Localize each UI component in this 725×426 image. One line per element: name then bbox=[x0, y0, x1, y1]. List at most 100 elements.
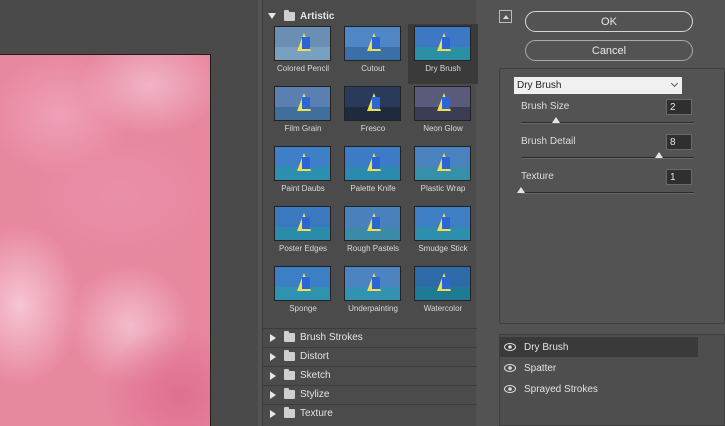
category-label: Distort bbox=[300, 351, 329, 362]
thumbnail-image bbox=[414, 86, 471, 121]
folder-icon bbox=[284, 331, 295, 342]
filter-select-value: Dry Brush bbox=[517, 80, 562, 91]
thumbnail-label: Fresco bbox=[360, 124, 386, 133]
category-texture[interactable]: Texture bbox=[263, 404, 477, 422]
effect-layer-name: Spatter bbox=[524, 362, 557, 374]
thumbnail-image bbox=[414, 206, 471, 241]
param-input[interactable]: 1 bbox=[666, 169, 692, 185]
chevron-right-icon bbox=[270, 371, 276, 380]
thumbnail-image bbox=[344, 26, 401, 61]
folder-icon bbox=[284, 369, 295, 380]
chevron-right-icon bbox=[270, 352, 276, 361]
filter-thumbnail[interactable]: Fresco bbox=[338, 84, 408, 144]
param-slider[interactable] bbox=[521, 152, 694, 159]
effect-layer-row[interactable]: Dry Brush bbox=[500, 337, 698, 357]
thumbnail-image bbox=[414, 26, 471, 61]
effect-layer-name: Dry Brush bbox=[524, 341, 569, 353]
thumbnail-image bbox=[344, 86, 401, 121]
right-panel: OK Cancel Dry Brush Brush Size 2 Brush Det… bbox=[480, 0, 725, 426]
filter-thumbnail[interactable]: Underpainting bbox=[338, 264, 408, 324]
param-slider[interactable] bbox=[517, 187, 694, 194]
filter-thumbnail[interactable]: Film Grain bbox=[268, 84, 338, 144]
chevron-right-icon bbox=[270, 333, 276, 342]
thumbnail-image bbox=[344, 206, 401, 241]
category-label: Sketch bbox=[300, 370, 331, 381]
filter-thumbnail[interactable]: Colored Pencil bbox=[268, 24, 338, 84]
folder-icon bbox=[284, 350, 295, 361]
eye-icon[interactable] bbox=[500, 364, 520, 372]
thumbnail-image bbox=[274, 26, 331, 61]
filter-thumbnail[interactable]: Palette Knife bbox=[338, 144, 408, 204]
slider-thumb[interactable] bbox=[517, 187, 525, 193]
filter-settings: Dry Brush Brush Size 2 Brush Detail 8 Textur… bbox=[499, 68, 725, 324]
thumbnail-grid: Colored Pencil Cutout Dry Brush Film Grain F… bbox=[268, 24, 478, 320]
thumbnail-label: Rough Pastels bbox=[346, 244, 400, 253]
chevron-right-icon bbox=[270, 390, 276, 399]
filter-thumbnail[interactable]: Cutout bbox=[338, 24, 408, 84]
thumbnail-image bbox=[274, 266, 331, 301]
filter-thumbnail[interactable]: Paint Daubs bbox=[268, 144, 338, 204]
thumbnail-label: Neon Glow bbox=[423, 124, 463, 133]
chevron-down-icon bbox=[268, 13, 276, 19]
thumbnail-image bbox=[344, 266, 401, 301]
thumbnail-label: Film Grain bbox=[284, 124, 322, 133]
thumbnail-image bbox=[414, 266, 471, 301]
chevron-down-icon bbox=[670, 79, 679, 88]
category-stylize[interactable]: Stylize bbox=[263, 385, 477, 403]
thumbnail-image bbox=[274, 146, 331, 181]
thumbnail-image bbox=[274, 206, 331, 241]
filter-thumbnail[interactable]: Plastic Wrap bbox=[408, 144, 478, 204]
filter-thumbnail[interactable]: Watercolor bbox=[408, 264, 478, 324]
thumbnail-label: Sponge bbox=[289, 304, 317, 313]
folder-icon bbox=[284, 9, 295, 21]
chevron-up-icon bbox=[502, 14, 509, 19]
thumbnail-image bbox=[414, 146, 471, 181]
filter-thumbnail[interactable]: Neon Glow bbox=[408, 84, 478, 144]
param-slider[interactable] bbox=[521, 117, 694, 124]
cancel-button[interactable]: Cancel bbox=[525, 40, 693, 61]
effect-layer-name: Sprayed Strokes bbox=[524, 383, 598, 395]
filter-select[interactable]: Dry Brush bbox=[514, 77, 682, 94]
category-label: Brush Strokes bbox=[300, 332, 363, 343]
thumbnail-label: Smudge Stick bbox=[418, 244, 468, 253]
slider-thumb[interactable] bbox=[655, 152, 664, 158]
thumbnail-label: Palette Knife bbox=[350, 184, 396, 193]
param-input[interactable]: 8 bbox=[666, 134, 692, 150]
thumbnail-label: Dry Brush bbox=[425, 64, 461, 73]
thumbnail-label: Watercolor bbox=[423, 304, 463, 313]
thumbnail-label: Cutout bbox=[361, 64, 385, 73]
filter-thumbnail[interactable]: Smudge Stick bbox=[408, 204, 478, 264]
thumbnail-label: Paint Daubs bbox=[281, 184, 325, 193]
category-artistic[interactable]: Artistic bbox=[263, 7, 477, 25]
filter-thumbnail[interactable]: Sponge bbox=[268, 264, 338, 324]
effect-layer-row[interactable]: Sprayed Strokes bbox=[500, 379, 698, 399]
param-label: Texture bbox=[521, 171, 554, 182]
effect-layers-list: Dry Brush Spatter Sprayed Strokes bbox=[499, 334, 725, 426]
chevron-right-icon bbox=[270, 409, 276, 418]
filter-thumbnail[interactable]: Rough Pastels bbox=[338, 204, 408, 264]
param-input[interactable]: 2 bbox=[666, 99, 692, 115]
thumbnail-label: Underpainting bbox=[348, 304, 398, 313]
category-brush-strokes[interactable]: Brush Strokes bbox=[263, 328, 477, 346]
preview-area bbox=[0, 0, 258, 426]
category-label: Stylize bbox=[300, 389, 330, 400]
ok-button[interactable]: OK bbox=[525, 11, 693, 32]
effect-layer-row[interactable]: Spatter bbox=[500, 358, 698, 378]
thumbnail-label: Plastic Wrap bbox=[420, 184, 466, 193]
preview-canvas[interactable] bbox=[0, 54, 211, 426]
slider-thumb[interactable] bbox=[551, 117, 560, 123]
folder-icon bbox=[284, 407, 295, 418]
filter-gallery: Artistic Colored Pencil Cutout Dry Brush Fi… bbox=[262, 0, 478, 426]
param-label: Brush Size bbox=[521, 101, 570, 112]
thumbnail-label: Colored Pencil bbox=[276, 64, 330, 73]
eye-icon[interactable] bbox=[500, 343, 520, 351]
filter-thumbnail[interactable]: Dry Brush bbox=[408, 24, 478, 84]
category-label: Artistic bbox=[300, 10, 335, 22]
category-label: Texture bbox=[300, 408, 333, 419]
collapse-gallery-button[interactable] bbox=[499, 10, 512, 23]
thumbnail-image bbox=[344, 146, 401, 181]
eye-icon[interactable] bbox=[500, 385, 520, 393]
category-distort[interactable]: Distort bbox=[263, 347, 477, 365]
filter-thumbnail[interactable]: Poster Edges bbox=[268, 204, 338, 264]
category-sketch[interactable]: Sketch bbox=[263, 366, 477, 384]
